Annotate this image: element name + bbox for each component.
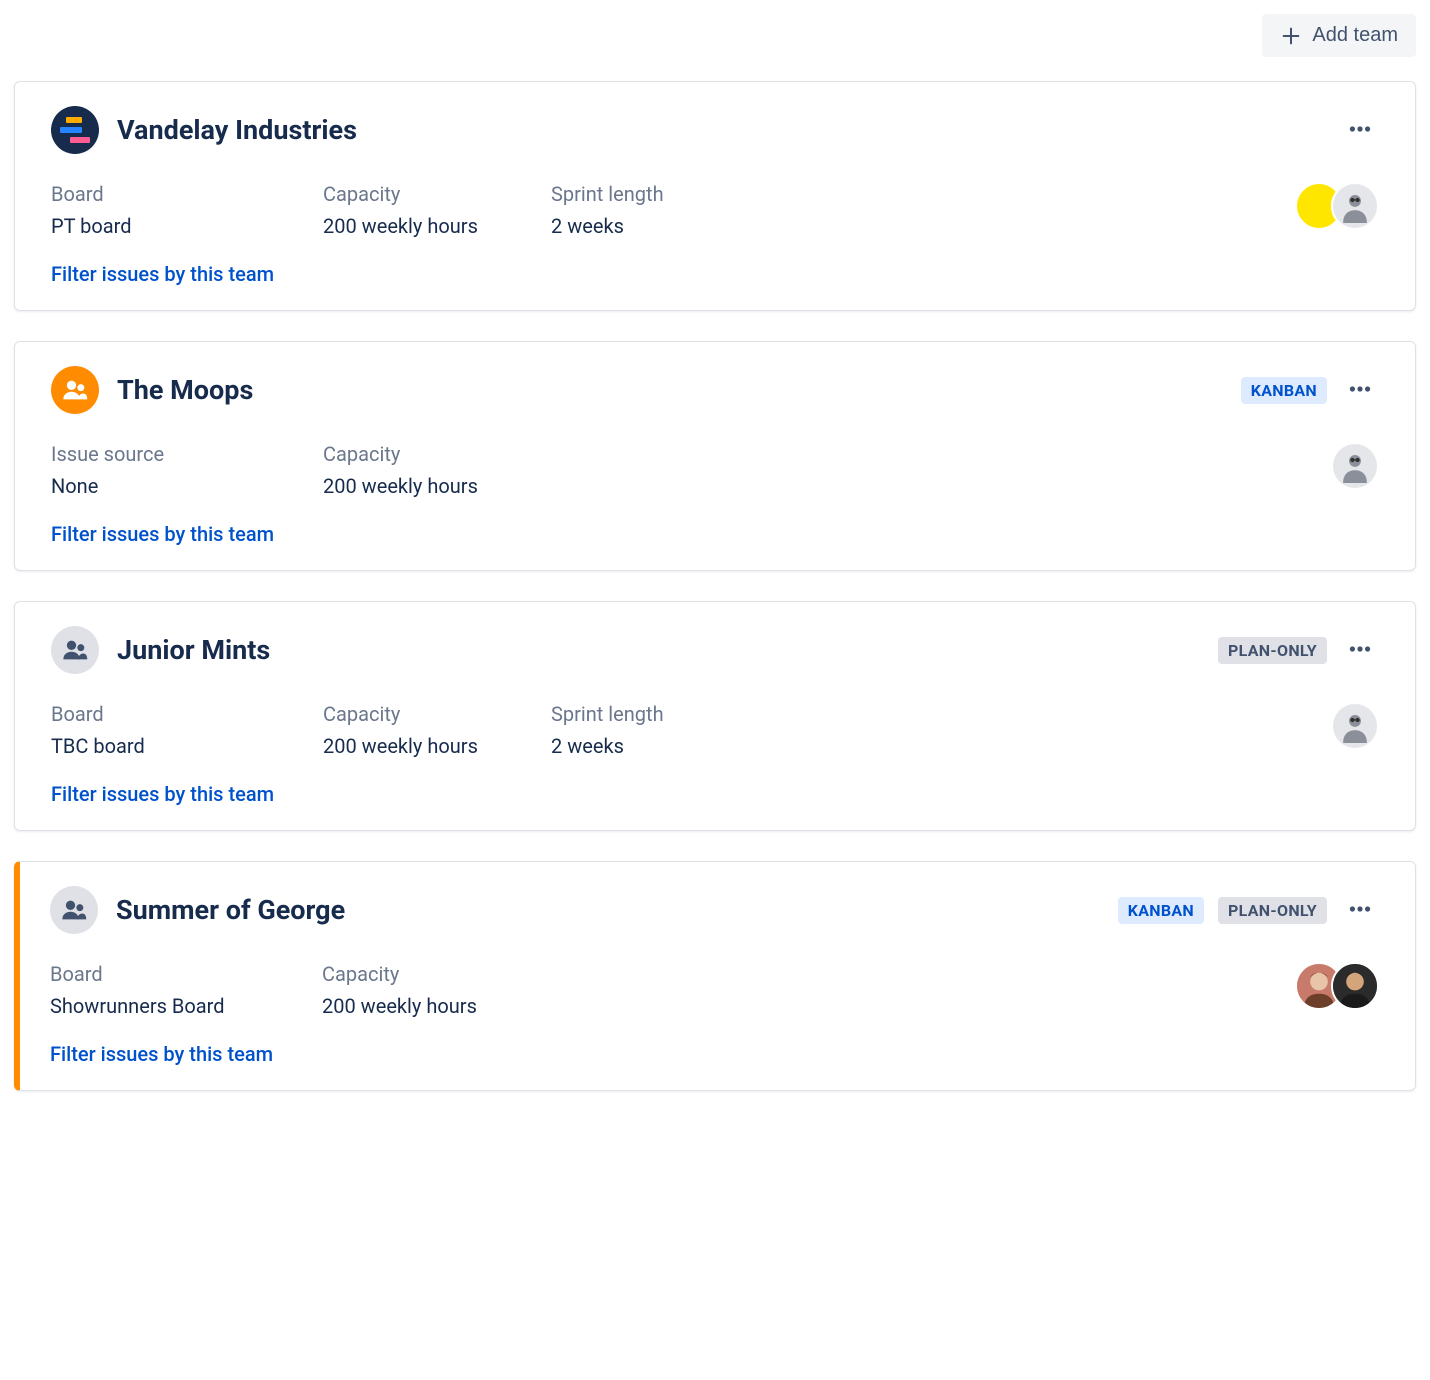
field-value: 200 weekly hours	[322, 994, 550, 1018]
field-label: Sprint length	[551, 702, 779, 726]
field-value: 200 weekly hours	[323, 734, 551, 758]
header-right: PLAN-ONLY	[1218, 630, 1379, 671]
team-field: Sprint length 2 weeks	[551, 702, 779, 758]
team-avatar	[50, 886, 98, 934]
team-field: Board PT board	[51, 182, 323, 238]
team-card: Junior Mints PLAN-ONLY Board TBC board C…	[14, 601, 1416, 831]
people-icon	[61, 636, 89, 664]
team-name: The Moops	[117, 374, 253, 406]
members-list	[1295, 962, 1379, 1010]
member-avatar	[1331, 702, 1379, 750]
field-value: 200 weekly hours	[323, 474, 551, 498]
filter-issues-link[interactable]: Filter issues by this team	[51, 522, 274, 546]
project-icon	[60, 117, 90, 143]
more-actions-button[interactable]	[1341, 110, 1379, 151]
team-card: Summer of George KANBAN PLAN-ONLY Board S…	[14, 861, 1416, 1091]
toolbar: Add team	[14, 14, 1416, 57]
card-body: Board PT board Capacity 200 weekly hours…	[51, 182, 1379, 238]
team-name: Vandelay Industries	[117, 114, 357, 146]
member-avatar	[1331, 182, 1379, 230]
team-avatar	[51, 106, 99, 154]
team-avatar	[51, 366, 99, 414]
header-right	[1341, 110, 1379, 151]
card-body: Issue source None Capacity 200 weekly ho…	[51, 442, 1379, 498]
team-field: Issue source None	[51, 442, 323, 498]
team-field: Sprint length 2 weeks	[551, 182, 779, 238]
team-field: Capacity 200 weekly hours	[323, 182, 551, 238]
team-field: Board TBC board	[51, 702, 323, 758]
card-header: Vandelay Industries	[51, 106, 1379, 154]
more-actions-button[interactable]	[1341, 890, 1379, 931]
team-field: Capacity 200 weekly hours	[323, 702, 551, 758]
field-label: Sprint length	[551, 182, 779, 206]
more-icon	[1347, 896, 1373, 925]
people-icon	[60, 896, 88, 924]
field-label: Issue source	[51, 442, 323, 466]
filter-issues-link[interactable]: Filter issues by this team	[51, 262, 274, 286]
fields-row: Board Showrunners Board Capacity 200 wee…	[50, 962, 550, 1018]
field-value: 200 weekly hours	[323, 214, 551, 238]
plus-icon	[1280, 25, 1302, 47]
team-avatar	[51, 626, 99, 674]
field-label: Board	[50, 962, 322, 986]
badge-plan_only: PLAN-ONLY	[1218, 637, 1327, 664]
field-label: Capacity	[323, 182, 551, 206]
team-name: Junior Mints	[117, 634, 270, 666]
more-icon	[1347, 116, 1373, 145]
field-value: TBC board	[51, 734, 323, 758]
card-header: Junior Mints PLAN-ONLY	[51, 626, 1379, 674]
team-field: Capacity 200 weekly hours	[323, 442, 551, 498]
badge-kanban: KANBAN	[1241, 377, 1327, 404]
field-value: 2 weeks	[551, 214, 779, 238]
field-value: PT board	[51, 214, 323, 238]
team-card: Vandelay Industries Board PT board Capac…	[14, 81, 1416, 311]
card-body: Board Showrunners Board Capacity 200 wee…	[50, 962, 1379, 1018]
header-left: The Moops	[51, 366, 253, 414]
more-actions-button[interactable]	[1341, 630, 1379, 671]
header-right: KANBAN	[1241, 370, 1379, 411]
members-list	[1331, 442, 1379, 490]
header-left: Junior Mints	[51, 626, 270, 674]
fields-row: Issue source None Capacity 200 weekly ho…	[51, 442, 551, 498]
header-right: KANBAN PLAN-ONLY	[1118, 890, 1379, 931]
badge-kanban: KANBAN	[1118, 897, 1204, 924]
header-left: Summer of George	[50, 886, 345, 934]
field-value: None	[51, 474, 323, 498]
member-avatar	[1331, 442, 1379, 490]
field-label: Board	[51, 702, 323, 726]
add-team-button[interactable]: Add team	[1262, 14, 1416, 57]
team-name: Summer of George	[116, 894, 345, 926]
field-value: Showrunners Board	[50, 994, 322, 1018]
fields-row: Board PT board Capacity 200 weekly hours…	[51, 182, 779, 238]
add-team-label: Add team	[1312, 24, 1398, 47]
team-card: The Moops KANBAN Issue source None Capac…	[14, 341, 1416, 571]
header-left: Vandelay Industries	[51, 106, 357, 154]
field-label: Board	[51, 182, 323, 206]
team-field: Capacity 200 weekly hours	[322, 962, 550, 1018]
card-header: The Moops KANBAN	[51, 366, 1379, 414]
field-label: Capacity	[323, 702, 551, 726]
fields-row: Board TBC board Capacity 200 weekly hour…	[51, 702, 779, 758]
more-icon	[1347, 376, 1373, 405]
field-value: 2 weeks	[551, 734, 779, 758]
filter-issues-link[interactable]: Filter issues by this team	[50, 1042, 273, 1066]
members-list	[1295, 182, 1379, 230]
card-body: Board TBC board Capacity 200 weekly hour…	[51, 702, 1379, 758]
team-field: Board Showrunners Board	[50, 962, 322, 1018]
more-icon	[1347, 636, 1373, 665]
field-label: Capacity	[323, 442, 551, 466]
member-avatar	[1331, 962, 1379, 1010]
people-icon	[61, 376, 89, 404]
card-header: Summer of George KANBAN PLAN-ONLY	[50, 886, 1379, 934]
field-label: Capacity	[322, 962, 550, 986]
members-list	[1331, 702, 1379, 750]
more-actions-button[interactable]	[1341, 370, 1379, 411]
filter-issues-link[interactable]: Filter issues by this team	[51, 782, 274, 806]
badge-plan_only: PLAN-ONLY	[1218, 897, 1327, 924]
